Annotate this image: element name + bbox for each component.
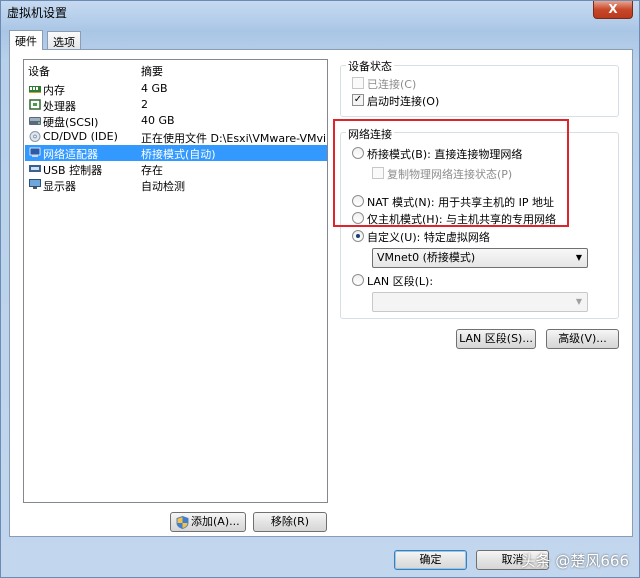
- custom-network-dropdown[interactable]: VMnet0 (桥接模式) ▼: [372, 248, 588, 268]
- device-name: 显示器: [43, 180, 76, 193]
- device-name: 硬盘(SCSI): [43, 116, 99, 129]
- add-button-label: 添加(A)...: [191, 515, 240, 528]
- device-summary: 4 GB: [141, 82, 168, 95]
- device-row-display[interactable]: 显示器 自动检测: [25, 177, 327, 193]
- connect-at-power-on-checkbox[interactable]: ✓: [352, 94, 364, 106]
- list-header: 设备 摘要: [24, 60, 327, 78]
- device-summary: 桥接模式(自动): [141, 148, 216, 161]
- lan-segment-label: LAN 区段(L):: [367, 275, 434, 288]
- lan-segment-dropdown[interactable]: ▼: [372, 292, 588, 312]
- device-name: USB 控制器: [43, 164, 103, 177]
- column-header-device[interactable]: 设备: [28, 63, 50, 79]
- device-summary: 存在: [141, 164, 163, 177]
- device-name: 网络适配器: [43, 148, 98, 161]
- device-summary: 正在使用文件 D:\Esxi\VMware-VMvi...: [141, 132, 326, 145]
- add-shield-icon: [176, 516, 189, 529]
- device-summary: 2: [141, 98, 148, 111]
- display-icon: [29, 179, 41, 189]
- tab-hardware[interactable]: 硬件: [9, 30, 43, 50]
- window-title: 虚拟机设置: [7, 6, 68, 20]
- hard-disk-icon: [29, 117, 41, 125]
- device-row-processor[interactable]: 处理器 2: [25, 97, 327, 113]
- device-name: 内存: [43, 84, 65, 97]
- tab-options[interactable]: 选项: [47, 31, 81, 50]
- remove-device-button[interactable]: 移除(R): [253, 512, 327, 532]
- chevron-down-icon: ▼: [575, 297, 582, 306]
- column-header-summary[interactable]: 摘要: [141, 63, 163, 79]
- lan-segment-radio[interactable]: [352, 274, 364, 286]
- network-adapter-icon: [29, 147, 41, 157]
- device-row-cd-dvd[interactable]: CD/DVD (IDE) 正在使用文件 D:\Esxi\VMware-VMvi.…: [25, 129, 327, 145]
- connected-checkbox[interactable]: [352, 77, 364, 89]
- memory-icon: [29, 86, 41, 93]
- close-button[interactable]: X: [593, 1, 633, 19]
- device-row-usb-controller[interactable]: USB 控制器 存在: [25, 161, 327, 177]
- custom-label: 自定义(U): 特定虚拟网络: [367, 231, 490, 244]
- cd-dvd-icon: [29, 131, 41, 142]
- device-name: CD/DVD (IDE): [43, 130, 118, 143]
- device-summary: 40 GB: [141, 114, 175, 127]
- highlight-annotation-box: [333, 119, 569, 227]
- custom-network-value: VMnet0 (桥接模式): [377, 251, 476, 264]
- processor-icon: [29, 99, 41, 110]
- device-row-network-adapter[interactable]: 网络适配器 桥接模式(自动): [25, 145, 327, 161]
- title-bar[interactable]: 虚拟机设置 X: [1, 1, 639, 23]
- vm-settings-window: 虚拟机设置 X 硬件 选项 设备 摘要 内存 4 GB 处理器 2 硬盘(SCS…: [0, 0, 640, 578]
- lan-segments-button[interactable]: LAN 区段(S)...: [456, 329, 536, 349]
- ok-button[interactable]: 确定: [394, 550, 467, 570]
- device-row-memory[interactable]: 内存 4 GB: [25, 81, 327, 97]
- watermark: 头条 @楚风666: [520, 552, 629, 570]
- device-status-title: 设备状态: [346, 58, 394, 74]
- device-name: 处理器: [43, 100, 76, 113]
- usb-controller-icon: [29, 165, 41, 172]
- connected-label: 已连接(C): [367, 78, 417, 91]
- connect-at-power-on-label: 启动时连接(O): [367, 95, 440, 108]
- add-device-button[interactable]: 添加(A)...: [170, 512, 246, 532]
- device-row-hard-disk[interactable]: 硬盘(SCSI) 40 GB: [25, 113, 327, 129]
- advanced-button[interactable]: 高级(V)...: [546, 329, 619, 349]
- chevron-down-icon: ▼: [575, 253, 582, 262]
- custom-radio[interactable]: [352, 230, 364, 242]
- device-list[interactable]: 设备 摘要 内存 4 GB 处理器 2 硬盘(SCSI) 40 GB CD/DV…: [23, 59, 328, 503]
- device-summary: 自动检测: [141, 180, 185, 193]
